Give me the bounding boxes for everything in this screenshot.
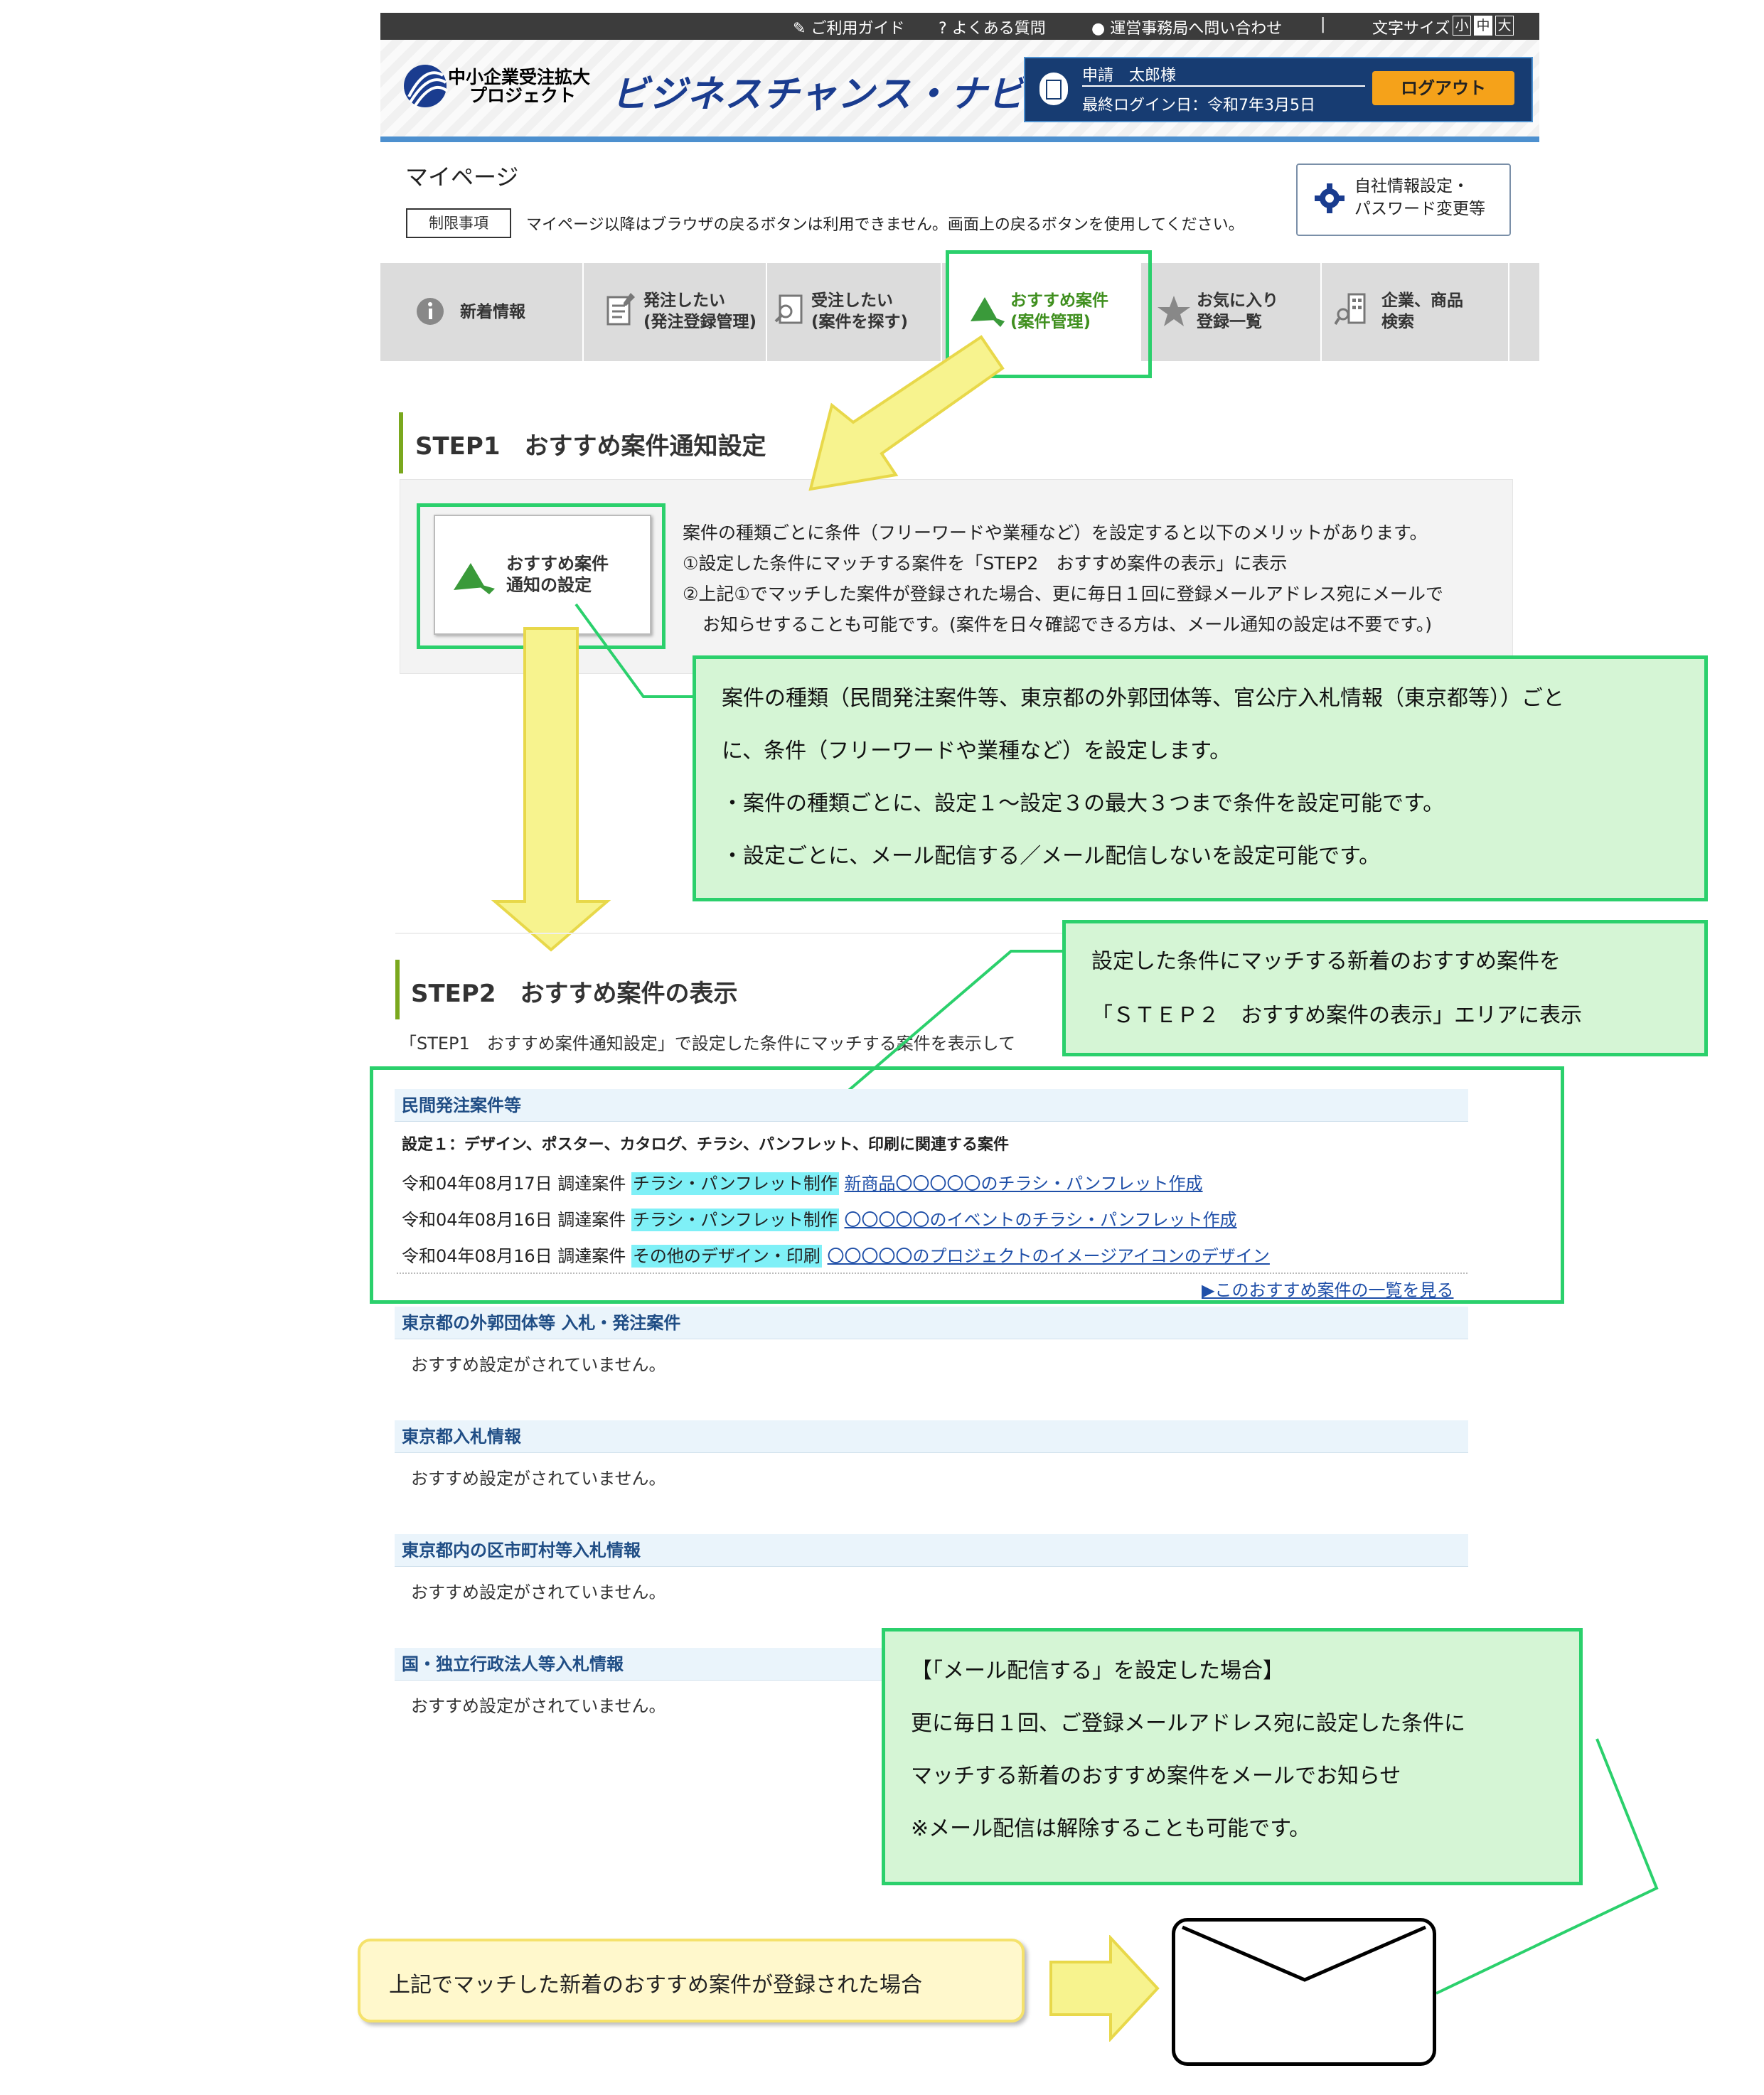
divider: | xyxy=(1320,16,1326,33)
font-size-large-button[interactable]: 大 xyxy=(1495,16,1514,36)
tab-news[interactable]: 新着情報 xyxy=(380,263,584,361)
project-logo-icon xyxy=(404,65,449,108)
no-setting-message: おすすめ設定がされていません。 xyxy=(411,1355,666,1375)
company-search-icon xyxy=(1335,293,1366,326)
step1-desc-1: 案件の種類ごとに条件（フリーワードや業種など）を設定すると以下のメリットがありま… xyxy=(683,523,1428,543)
gear-icon xyxy=(1315,183,1345,213)
category-header-tokyo-affiliates: 東京都の外郭団体等 入札・発注案件 xyxy=(395,1307,1468,1339)
utility-bar: ✎ ご利用ガイド ? よくある質問 ● 運営事務局へ問い合わせ | 文字サイズ … xyxy=(380,13,1539,40)
bottom-message: 上記でマッチした新着のおすすめ案件が登録された場合 xyxy=(389,1973,922,1998)
callout1-connector xyxy=(574,603,693,698)
diagonal-arrow xyxy=(808,335,1005,491)
step2-bar xyxy=(395,960,400,1019)
header-divider xyxy=(380,136,1539,142)
step1-heading: STEP1 おすすめ案件通知設定 xyxy=(415,432,766,461)
search-document-icon xyxy=(774,294,803,324)
step2-heading: STEP2 おすすめ案件の表示 xyxy=(411,980,738,1008)
faq-link[interactable]: ? よくある質問 xyxy=(939,16,1046,38)
tab-order[interactable]: 発注したい (発注登録管理) xyxy=(584,263,767,361)
tab-company-search[interactable]: 企業、商品 検索 xyxy=(1322,263,1509,361)
guide-link[interactable]: ✎ ご利用ガイド xyxy=(793,16,904,38)
font-size-medium-button[interactable]: 中 xyxy=(1474,16,1492,36)
no-setting-message: おすすめ設定がされていません。 xyxy=(411,1696,666,1716)
callout-step1-detail: 案件の種類（民間発注案件等、東京都の外郭団体等、官公庁入札情報（東京都等））ごと… xyxy=(693,655,1708,901)
font-size-label: 文字サイズ xyxy=(1372,20,1450,38)
document-edit-icon xyxy=(606,293,635,326)
logout-button[interactable]: ログアウト xyxy=(1372,71,1514,105)
guide-icon: ✎ xyxy=(793,20,806,38)
company-settings-button[interactable]: 自社情報設定・ パスワード変更等 xyxy=(1296,164,1511,236)
info-icon xyxy=(417,298,444,325)
site-title[interactable]: ビジネスチャンス・ナビ xyxy=(611,64,1025,117)
star-icon xyxy=(1158,296,1190,326)
callout-step2-display: 設定した条件にマッチする新着のおすすめ案件を 「ＳＴＥＰ２ おすすめ案件の表示」… xyxy=(1062,920,1708,1056)
restriction-text: マイページ以降はブラウザの戻るボタンは利用できません。画面上の戻るボタンを使用し… xyxy=(526,216,1244,234)
chat-icon: ● xyxy=(1091,20,1106,38)
private-block-highlight xyxy=(370,1066,1564,1304)
tab-favorites[interactable]: お気に入り 登録一覧 xyxy=(1143,263,1322,361)
envelope-icon xyxy=(1172,1918,1436,2066)
project-logo-text[interactable]: 中小企業受注拡大 プロジェクト xyxy=(448,68,590,105)
user-divider xyxy=(1082,85,1365,87)
last-login: 最終ログイン日：令和7年3月5日 xyxy=(1082,97,1315,114)
no-setting-message: おすすめ設定がされていません。 xyxy=(411,1469,666,1489)
question-icon: ? xyxy=(939,20,947,38)
step1-bar xyxy=(399,412,403,473)
step1-desc-4: お知らせすることも可能です。(案件を日々確認できる方は、メール通知の設定は不要で… xyxy=(702,614,1433,635)
step1-desc-2: ①設定した条件にマッチする案件を「STEP2 おすすめ案件の表示」に表示 xyxy=(683,553,1288,574)
settings-label-line2: パスワード変更等 xyxy=(1354,200,1485,218)
no-setting-message: おすすめ設定がされていません。 xyxy=(411,1582,666,1602)
settings-label-line1: 自社情報設定・ xyxy=(1354,177,1469,195)
right-arrow xyxy=(1049,1935,1160,2042)
building-icon xyxy=(1039,73,1068,105)
page-title: マイページ xyxy=(405,164,519,191)
font-size-small-button[interactable]: 小 xyxy=(1453,16,1471,36)
category-header-tokyo-bids: 東京都入札情報 xyxy=(395,1420,1468,1453)
bottom-message-box: 上記でマッチした新着のおすすめ案件が登録された場合 xyxy=(358,1939,1025,2022)
step1-desc-3: ②上記①でマッチした案件が登録された場合、更に毎日１回に登録メールアドレス宛にメ… xyxy=(683,584,1443,604)
callout3-connector xyxy=(1436,1738,1659,1995)
contact-link[interactable]: ● 運営事務局へ問い合わせ xyxy=(1091,16,1282,38)
restriction-badge: 制限事項 xyxy=(406,208,511,238)
user-name: 申請 太郎様 xyxy=(1082,67,1177,85)
category-header-municipal-bids: 東京都内の区市町村等入札情報 xyxy=(395,1534,1468,1567)
